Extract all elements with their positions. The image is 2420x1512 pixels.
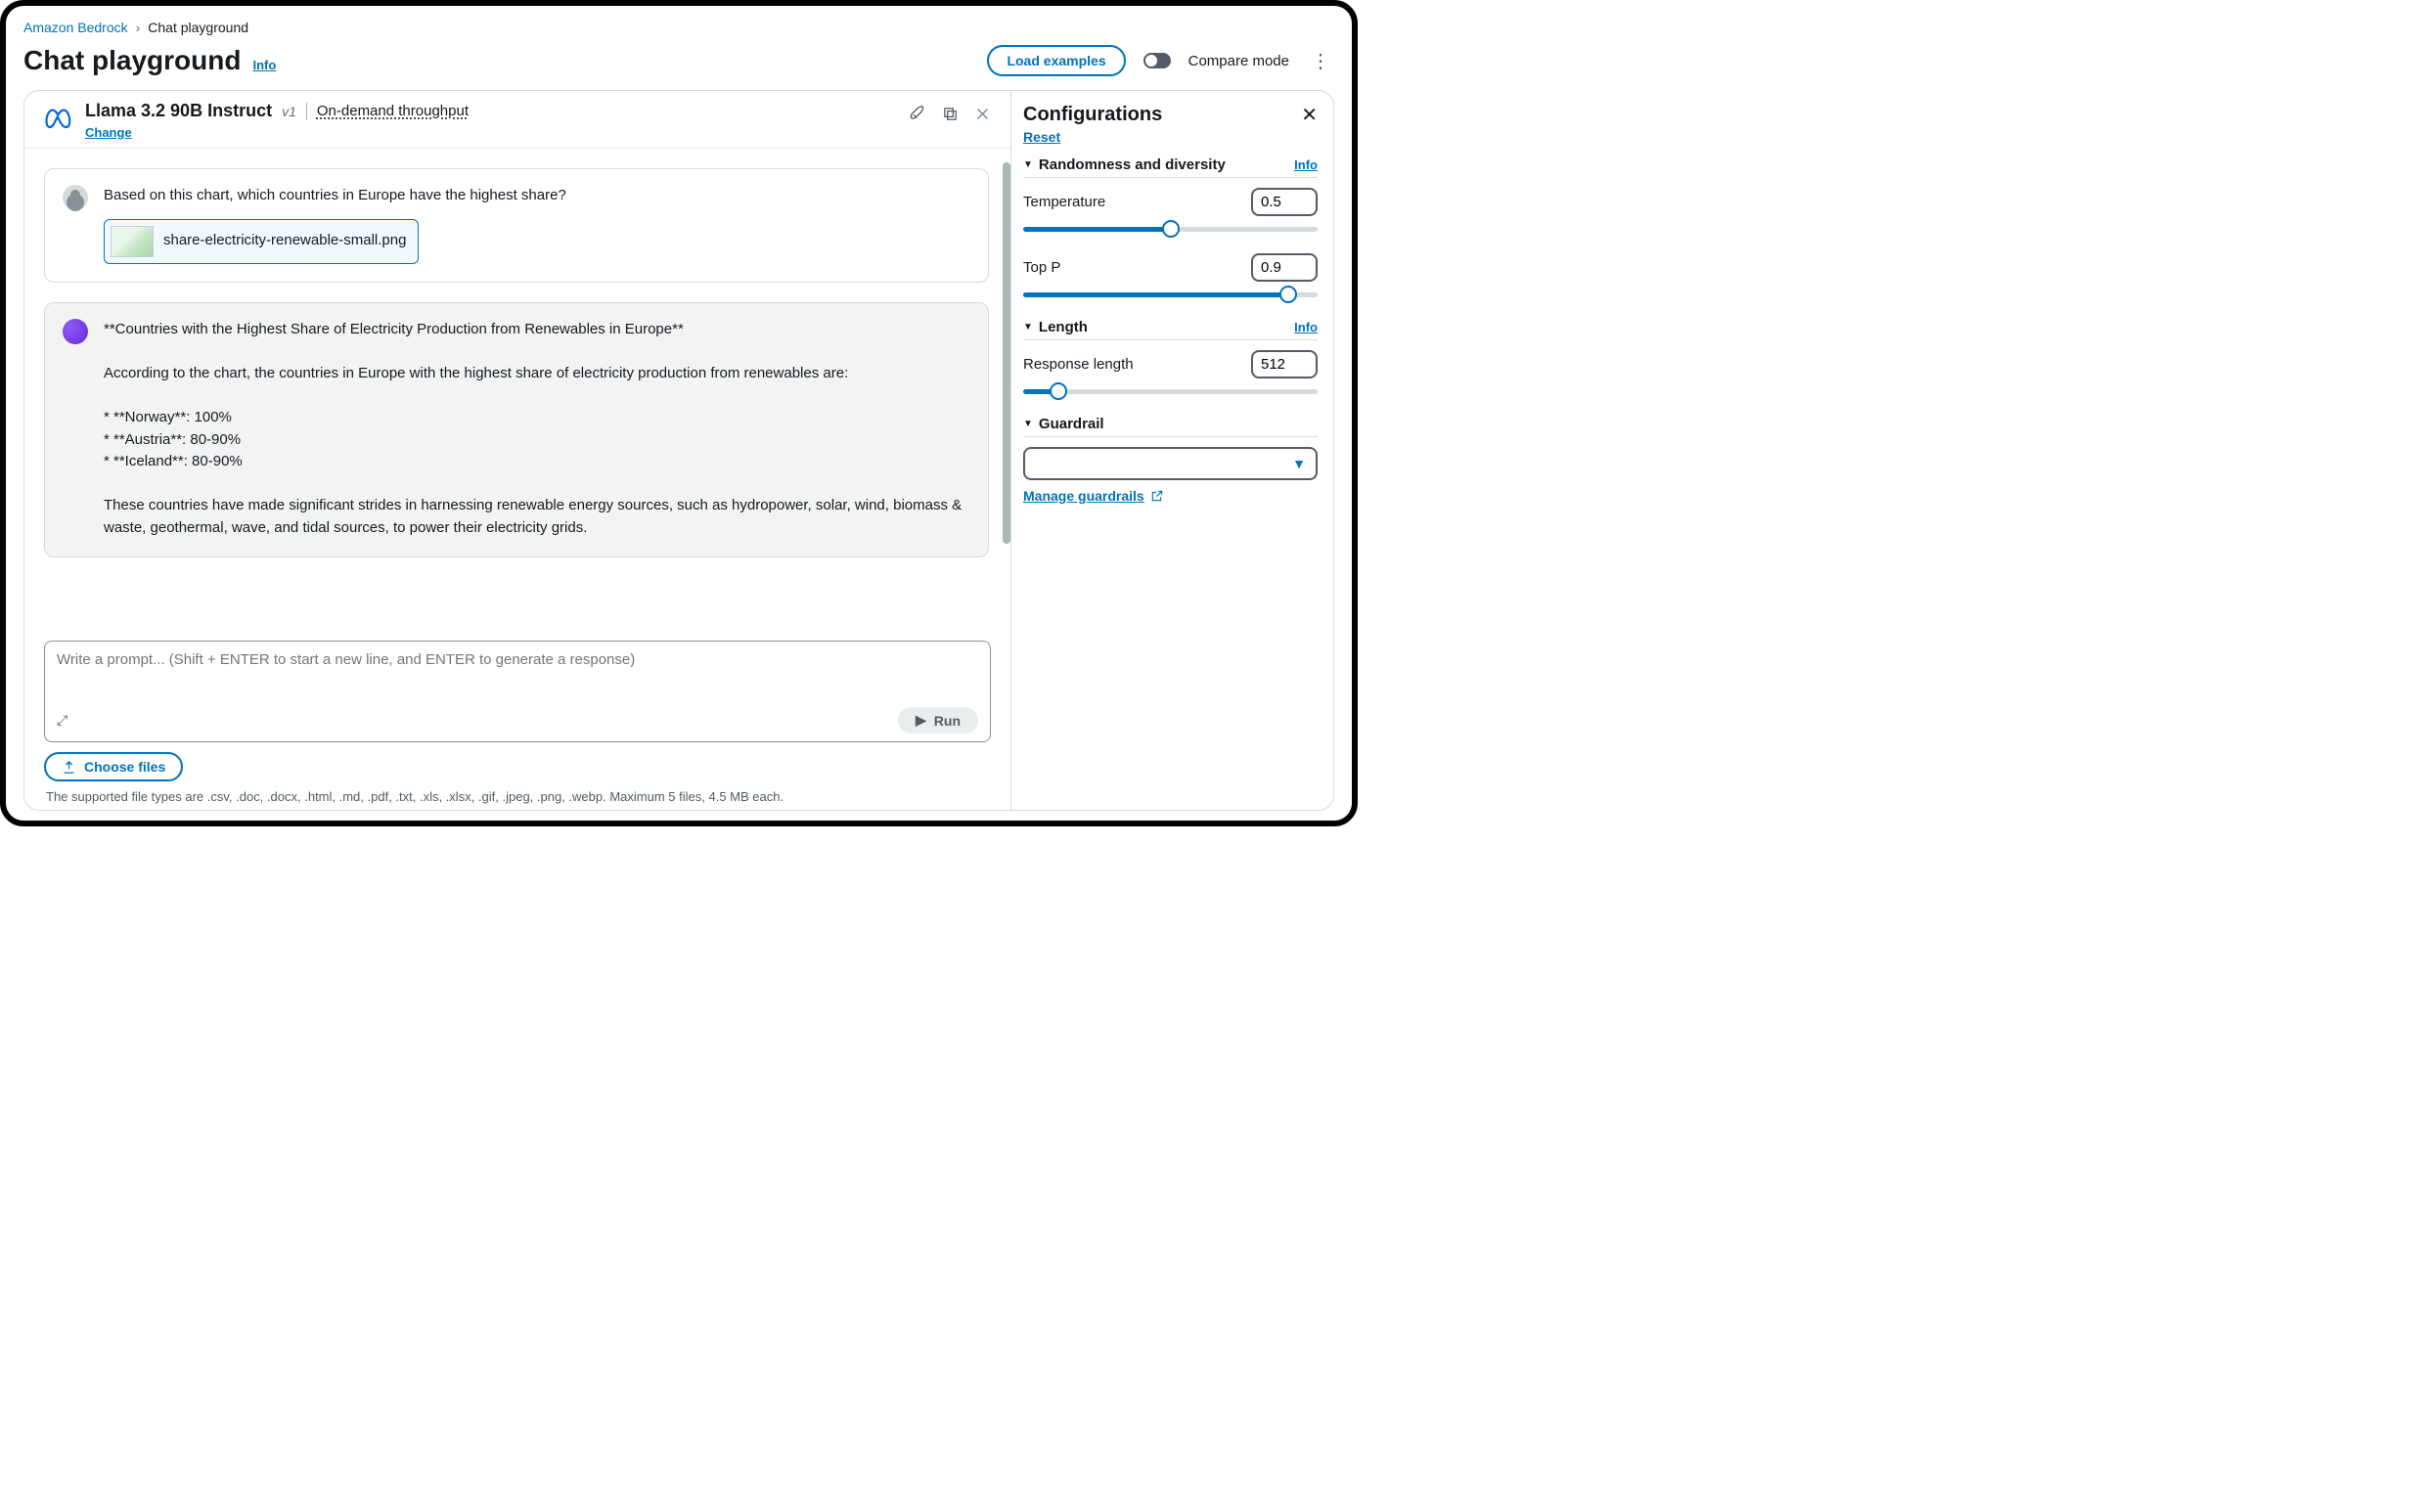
attachment-thumbnail bbox=[111, 226, 154, 257]
prompt-input[interactable] bbox=[57, 651, 978, 698]
assistant-bullet: * **Austria**: 80-90% bbox=[104, 429, 970, 452]
change-model-link[interactable]: Change bbox=[85, 125, 132, 140]
assistant-intro: According to the chart, the countries in… bbox=[104, 363, 970, 385]
guardrail-select[interactable]: ▼ bbox=[1023, 447, 1318, 480]
run-label: Run bbox=[934, 713, 961, 729]
section-randomness[interactable]: ▼ Randomness and diversity bbox=[1023, 156, 1226, 173]
topp-slider[interactable] bbox=[1023, 288, 1318, 301]
user-message-text: Based on this chart, which countries in … bbox=[104, 185, 970, 207]
caret-down-icon: ▼ bbox=[1292, 456, 1306, 471]
caret-down-icon: ▼ bbox=[1023, 159, 1033, 170]
compare-mode-toggle[interactable] bbox=[1143, 53, 1171, 68]
assistant-avatar-icon bbox=[63, 319, 88, 344]
breadcrumb-root[interactable]: Amazon Bedrock bbox=[23, 20, 128, 35]
info-link[interactable]: Info bbox=[252, 58, 276, 72]
play-icon: ▶ bbox=[916, 712, 926, 729]
breadcrumb-current: Chat playground bbox=[148, 20, 248, 35]
more-menu-icon[interactable]: ⋮ bbox=[1307, 49, 1334, 73]
model-version: v1 bbox=[282, 104, 296, 119]
response-length-slider[interactable] bbox=[1023, 384, 1318, 398]
upload-icon bbox=[62, 760, 76, 775]
manage-guardrails-link[interactable]: Manage guardrails bbox=[1023, 488, 1164, 504]
assistant-bullet: * **Norway**: 100% bbox=[104, 407, 970, 429]
temperature-label: Temperature bbox=[1023, 194, 1105, 210]
throughput-mode[interactable]: On-demand throughput bbox=[317, 103, 469, 119]
assistant-outro: These countries have made significant st… bbox=[104, 495, 970, 539]
section-length[interactable]: ▼ Length bbox=[1023, 319, 1088, 335]
chevron-right-icon: › bbox=[136, 20, 141, 35]
attachment-chip[interactable]: share-electricity-renewable-small.png bbox=[104, 219, 419, 264]
meta-logo-icon bbox=[44, 103, 73, 132]
attachment-filename: share-electricity-renewable-small.png bbox=[163, 230, 406, 252]
reset-link[interactable]: Reset bbox=[1023, 129, 1060, 145]
copy-icon[interactable] bbox=[942, 106, 959, 122]
close-config-icon[interactable]: ✕ bbox=[1301, 103, 1318, 127]
model-header: Llama 3.2 90B Instruct v1 On-demand thro… bbox=[24, 91, 1010, 149]
topp-input[interactable] bbox=[1251, 253, 1318, 282]
breadcrumb: Amazon Bedrock › Chat playground bbox=[23, 20, 1334, 35]
load-examples-button[interactable]: Load examples bbox=[987, 45, 1125, 76]
file-types-hint: The supported file types are .csv, .doc,… bbox=[46, 789, 989, 804]
assistant-bullet: * **Iceland**: 80-90% bbox=[104, 451, 970, 473]
config-title: Configurations bbox=[1023, 104, 1162, 126]
response-length-input[interactable] bbox=[1251, 350, 1318, 378]
caret-down-icon: ▼ bbox=[1023, 322, 1033, 333]
divider bbox=[306, 103, 307, 120]
temperature-input[interactable] bbox=[1251, 188, 1318, 216]
info-randomness[interactable]: Info bbox=[1294, 157, 1318, 172]
model-name: Llama 3.2 90B Instruct bbox=[85, 101, 272, 121]
configurations-panel: Configurations ✕ Reset ▼ Randomness and … bbox=[1010, 91, 1333, 810]
temperature-slider[interactable] bbox=[1023, 222, 1318, 236]
assistant-message: **Countries with the Highest Share of El… bbox=[44, 302, 989, 557]
chat-scroll[interactable]: Based on this chart, which countries in … bbox=[24, 149, 1010, 635]
response-length-label: Response length bbox=[1023, 356, 1134, 373]
close-icon[interactable] bbox=[974, 106, 991, 122]
expand-icon[interactable]: ⤢ bbox=[57, 712, 67, 729]
info-length[interactable]: Info bbox=[1294, 320, 1318, 334]
run-button[interactable]: ▶ Run bbox=[898, 707, 978, 734]
section-guardrail[interactable]: ▼ Guardrail bbox=[1023, 416, 1104, 432]
user-message: Based on this chart, which countries in … bbox=[44, 168, 989, 283]
assistant-heading: **Countries with the Highest Share of El… bbox=[104, 319, 970, 341]
page-title: Chat playground bbox=[23, 45, 241, 76]
rocket-icon[interactable] bbox=[909, 105, 926, 122]
user-avatar-icon bbox=[63, 185, 88, 210]
topp-label: Top P bbox=[1023, 259, 1060, 276]
choose-files-button[interactable]: Choose files bbox=[44, 752, 183, 781]
choose-files-label: Choose files bbox=[84, 759, 165, 775]
external-link-icon bbox=[1150, 489, 1164, 503]
caret-down-icon: ▼ bbox=[1023, 419, 1033, 429]
prompt-box: ⤢ ▶ Run bbox=[44, 641, 991, 742]
compare-mode-label: Compare mode bbox=[1188, 53, 1289, 69]
scrollbar[interactable] bbox=[1003, 162, 1010, 544]
